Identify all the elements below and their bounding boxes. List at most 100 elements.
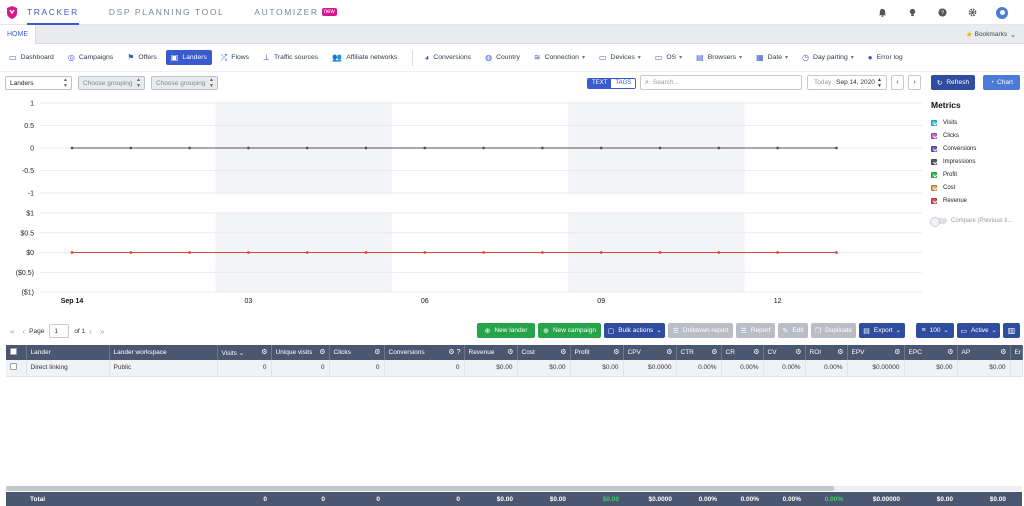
column-gear-icon[interactable]: ⚙ ? — [448, 348, 460, 356]
nav-item-day-parting[interactable]: ◷ Day parting ▾ — [797, 50, 859, 65]
metric-impressions[interactable]: Impressions — [931, 155, 1024, 168]
metric-checkbox[interactable] — [931, 184, 937, 191]
product-tab-tracker[interactable]: TRACKER — [27, 0, 79, 25]
column-header-roi[interactable]: ROI ⚙ — [805, 345, 848, 360]
column-header-visits[interactable]: Visits ⌄ ⚙ — [217, 345, 272, 360]
bell-icon[interactable] — [878, 8, 887, 17]
column-gear-icon[interactable]: ⚙ — [374, 348, 380, 356]
column-gear-icon[interactable]: ⚙ — [894, 348, 900, 356]
column-gear-icon[interactable]: ⚙ — [666, 348, 672, 356]
next-page-icon[interactable]: › — [89, 327, 92, 336]
first-page-icon[interactable]: « — [10, 327, 14, 336]
nav-item-browsers[interactable]: ▤ Browsers ▾ — [691, 50, 747, 65]
column-header-cost[interactable]: Cost ⚙ — [517, 345, 571, 360]
nav-item-date[interactable]: ▦ Date ▾ — [751, 50, 793, 65]
page-input[interactable]: 1 — [49, 324, 70, 338]
column-gear-icon[interactable]: ⚙ — [613, 348, 619, 356]
column-header-unique-visits[interactable]: Unique visits ⚙ — [271, 345, 330, 360]
metric-visits[interactable]: Visits — [931, 116, 1024, 129]
metric-checkbox[interactable] — [931, 171, 937, 178]
column-header-epc[interactable]: EPC ⚙ — [904, 345, 958, 360]
metric-checkbox[interactable] — [931, 158, 937, 165]
column-gear-icon[interactable]: ⚙ — [753, 348, 759, 356]
nav-item-connection[interactable]: ≋ Connection ▾ — [529, 50, 590, 65]
metric-checkbox[interactable] — [931, 119, 937, 126]
column-header-lander-workspace[interactable]: Lander workspace — [109, 345, 218, 360]
user-avatar-icon[interactable] — [996, 6, 1008, 19]
nav-item-devices[interactable]: ▭ Devices ▾ — [594, 50, 646, 65]
column-gear-icon[interactable]: ⚙ — [795, 348, 801, 356]
gear-icon[interactable] — [968, 8, 977, 17]
lightbulb-icon[interactable] — [908, 8, 917, 17]
tags-toggle[interactable]: TAGS — [611, 79, 636, 88]
metric-conversions[interactable]: Conversions — [931, 142, 1024, 155]
search-input[interactable]: ⌕ Search... — [640, 75, 802, 90]
toggle-switch[interactable] — [930, 217, 947, 227]
column-header-epv[interactable]: EPV ⚙ — [847, 345, 905, 360]
column-gear-icon[interactable]: ⚙ — [1000, 348, 1006, 356]
column-header-ctr[interactable]: CTR ⚙ — [676, 345, 722, 360]
column-gear-icon[interactable]: ⚙ — [507, 348, 513, 356]
column-gear-icon[interactable]: ⚙ — [560, 348, 566, 356]
select-all-checkbox[interactable] — [10, 348, 17, 355]
nav-item-country[interactable]: ◍ Country — [480, 50, 525, 65]
nav-item-flows[interactable]: ⤮ Flows — [216, 50, 254, 65]
column-header-clicks[interactable]: Clicks ⚙ — [329, 345, 385, 360]
nav-item-traffic-sources[interactable]: ⊥ Traffic sources — [258, 50, 323, 65]
metric-cost[interactable]: Cost — [931, 181, 1024, 194]
column-header-lander[interactable]: Lander — [26, 345, 110, 360]
column-header-er[interactable]: Er — [1010, 345, 1023, 360]
edit-button[interactable]: ✎ Edit — [778, 323, 808, 338]
metric-checkbox[interactable] — [931, 197, 937, 204]
help-icon[interactable]: ? — [938, 8, 947, 17]
grouping-select-2[interactable]: Choose grouping ▲ ▼ — [78, 76, 145, 90]
nav-item-error-log[interactable]: ● Error log — [863, 50, 908, 65]
grouping-select-3[interactable]: Choose grouping ▲ ▼ — [151, 76, 218, 90]
status-filter-select[interactable]: ▭ Active ⌄ — [957, 323, 1000, 338]
text-toggle[interactable]: TEXT — [588, 79, 612, 88]
column-header-profit[interactable]: Profit ⚙ — [570, 345, 624, 360]
nav-item-dashboard[interactable]: ▭ Dashboard — [4, 50, 59, 65]
column-header-conversions[interactable]: Conversions ⚙ ? — [384, 345, 465, 360]
row-checkbox[interactable] — [10, 363, 17, 371]
grouping-select-1[interactable]: Landers ▲ ▼ — [5, 76, 72, 90]
column-header-revenue[interactable]: Revenue ⚙ — [464, 345, 518, 360]
column-gear-icon[interactable]: ⚙ — [261, 348, 267, 356]
product-tab-automizer[interactable]: AUTOMIZER new — [254, 0, 337, 25]
export-button[interactable]: ▤ Export ⌄ — [859, 323, 905, 338]
prev-date-button[interactable]: ‹ — [891, 75, 904, 90]
new-lander-button[interactable]: ⊕ New lander — [477, 323, 535, 338]
column-header-cr[interactable]: CR ⚙ — [721, 345, 764, 360]
shield-logo-icon[interactable] — [7, 5, 17, 19]
next-date-button[interactable]: › — [908, 75, 921, 90]
rows-per-page-select[interactable]: ≡ 100 ⌄ — [916, 323, 954, 338]
bulk-actions-button[interactable]: ▢ Bulk actions ⌄ — [604, 323, 665, 338]
column-header-ap[interactable]: AP ⚙ — [957, 345, 1011, 360]
metric-revenue[interactable]: Revenue — [931, 194, 1024, 207]
bookmarks-dropdown[interactable]: ★ Bookmarks ⌄ — [965, 25, 1016, 44]
metric-checkbox[interactable] — [931, 145, 937, 152]
metric-clicks[interactable]: Clicks — [931, 129, 1024, 142]
column-header-cpv[interactable]: CPV ⚙ — [623, 345, 677, 360]
nav-item-affiliate-networks[interactable]: 👥 Affiliate networks — [327, 50, 402, 65]
metric-checkbox[interactable] — [931, 132, 937, 139]
report-button[interactable]: ☰ Report — [736, 323, 775, 338]
refresh-button[interactable]: ↻ Refresh — [931, 75, 975, 90]
date-picker[interactable]: Today: Sep 14, 2020 ▲ ▼ — [807, 75, 887, 90]
nav-item-os[interactable]: ▭ OS ▾ — [650, 50, 687, 65]
tab-home[interactable]: HOME — [0, 25, 36, 44]
chart-button[interactable]: ◔ Chart — [983, 75, 1020, 90]
column-gear-icon[interactable]: ⚙ — [837, 348, 843, 356]
column-gear-icon[interactable]: ⚙ — [711, 348, 717, 356]
column-gear-icon[interactable]: ⚙ — [319, 348, 325, 356]
nav-item-conversions[interactable]: ◕ Conversions — [419, 50, 476, 65]
drilldown-report-button[interactable]: ☰ Drilldown report — [668, 323, 733, 338]
column-header-cv[interactable]: CV ⚙ — [763, 345, 806, 360]
nav-item-campaigns[interactable]: ◎ Campaigns — [63, 50, 118, 65]
prev-page-icon[interactable]: ‹ — [22, 327, 25, 336]
product-tab-dsp[interactable]: DSP PLANNING TOOL — [109, 0, 225, 25]
scrollbar-thumb[interactable] — [6, 486, 834, 491]
new-campaign-button[interactable]: ⊕ New campaign — [538, 323, 601, 338]
duplicate-button[interactable]: ❐ Duplicate — [811, 323, 856, 338]
last-page-icon[interactable]: » — [100, 327, 104, 336]
